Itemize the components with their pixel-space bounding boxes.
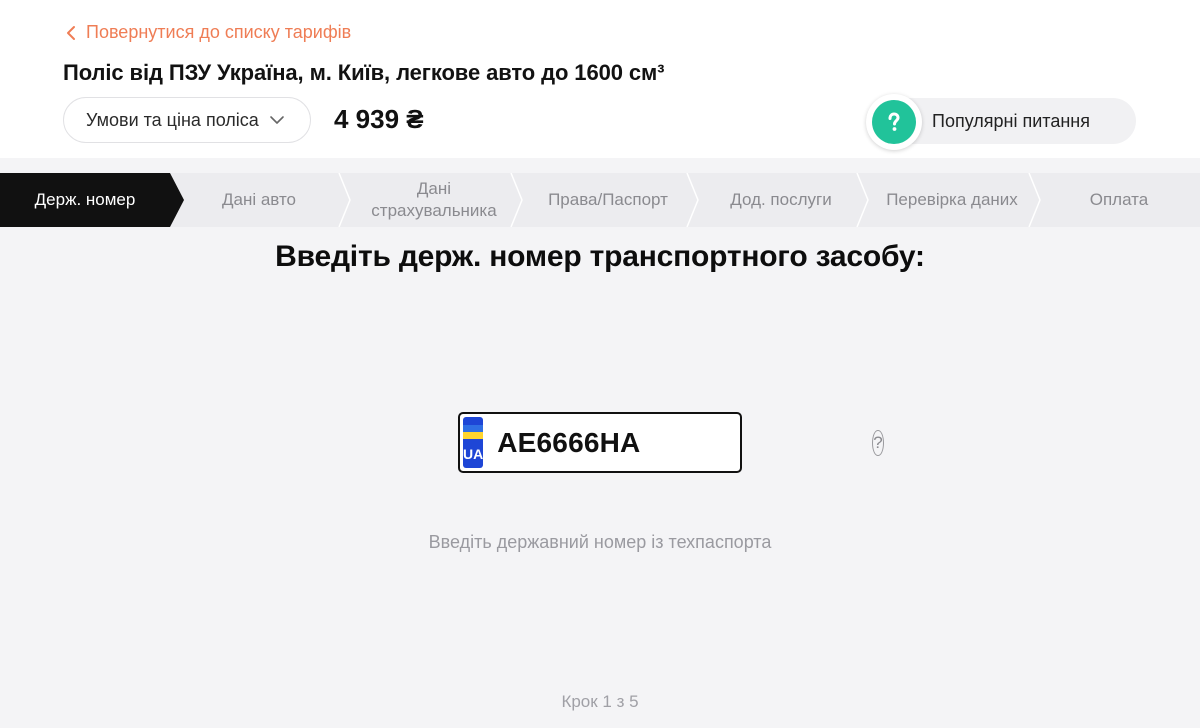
help-question-icon[interactable]: ? [872, 429, 884, 456]
back-link-label: Повернутися до списку тарифів [86, 22, 352, 42]
plate-hint-text: Введіть державний номер із техпаспорта [428, 532, 772, 552]
step-car-data[interactable]: Дані авто [170, 173, 351, 227]
ukraine-flag-icon [463, 425, 484, 439]
page-title: Поліс від ПЗУ Україна, м. Київ, легкове … [63, 60, 665, 85]
license-plate-field: UA ? [458, 412, 884, 473]
header: Повернутися до списку тарифів Поліс від … [0, 0, 1200, 158]
popular-questions-button[interactable]: Популярні питання [866, 94, 1136, 150]
plate-number-input[interactable] [483, 417, 873, 468]
chevron-down-icon [270, 116, 284, 124]
step-extra-services[interactable]: Дод. послуги [696, 173, 869, 227]
plate-country-badge: UA [463, 417, 484, 468]
chevron-left-icon [67, 25, 75, 40]
step-license-passport[interactable]: Права/Паспорт [520, 173, 699, 227]
main-heading: Введіть держ. номер транспортного засобу… [275, 240, 925, 273]
terms-dropdown-label: Умови та ціна поліса [86, 109, 259, 130]
policy-price: 4 939 ₴ [334, 104, 424, 134]
plate-country-code: UA [463, 446, 484, 462]
step-payment[interactable]: Оплата [1038, 173, 1200, 227]
terms-dropdown[interactable]: Умови та ціна поліса [63, 97, 311, 143]
back-to-tariffs-link[interactable]: Повернутися до списку тарифів [64, 22, 351, 43]
step-counter: Крок 1 з 5 [561, 692, 639, 711]
popular-questions-label: Популярні питання [932, 110, 1090, 131]
step-plate-number[interactable]: Держ. номер [0, 173, 184, 227]
progress-stepper: Держ. номер Дані авто Дані страхувальник… [0, 173, 1200, 227]
question-icon [866, 94, 922, 150]
step-data-check[interactable]: Перевірка даних [866, 173, 1041, 227]
step-policyholder-data[interactable]: Дані страхувальника [348, 173, 523, 227]
